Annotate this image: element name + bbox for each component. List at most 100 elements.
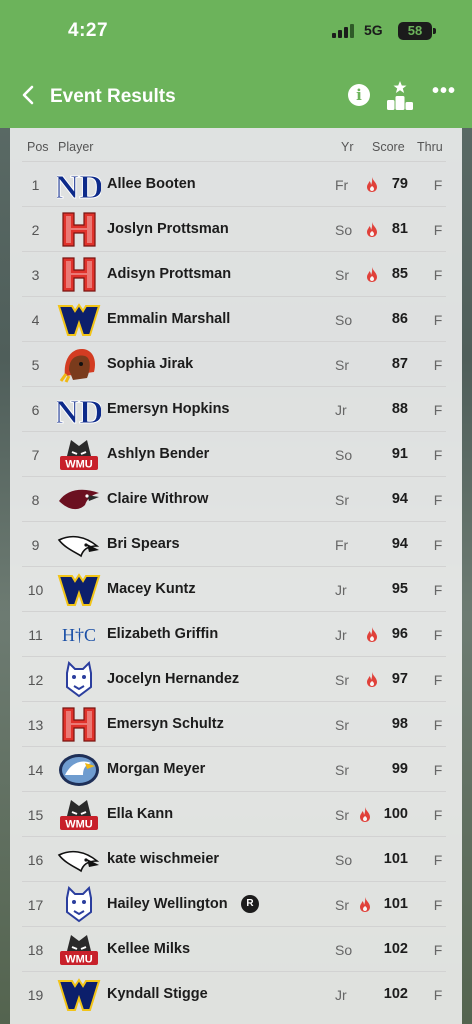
thru-status: F [433, 717, 443, 733]
player-name[interactable]: Ashlyn Bender [107, 446, 209, 462]
player-name[interactable]: Emersyn Schultz [107, 716, 224, 732]
hot-round-flame-icon [366, 267, 378, 282]
thru-status: F [433, 312, 443, 328]
result-row[interactable]: 19 Kyndall Stigge Jr 102 F [22, 971, 446, 1016]
player-year: Sr [335, 267, 349, 283]
player-score: 101 [383, 896, 408, 912]
col-thru[interactable]: Thru [417, 140, 443, 154]
svg-text:WMU: WMU [65, 819, 93, 831]
player-name[interactable]: Claire Withrow [107, 491, 208, 507]
player-score: 100 [383, 806, 408, 822]
result-row[interactable]: 9 Bri Spears Fr 94 F [22, 521, 446, 566]
player-name[interactable]: Allee Booten [107, 176, 196, 192]
more-options-icon[interactable]: ••• [432, 80, 456, 103]
position: 8 [31, 492, 40, 508]
result-row[interactable]: 14 Morgan Meyer Sr 99 F [22, 746, 446, 791]
player-year: Sr [335, 672, 349, 688]
player-year: Sr [335, 717, 349, 733]
hot-round-flame-icon [359, 807, 371, 822]
player-name[interactable]: Macey Kuntz [107, 581, 196, 597]
result-row[interactable]: 11 H†C Elizabeth Griffin Jr 96 F [22, 611, 446, 656]
player-year: Sr [335, 492, 349, 508]
position: 11 [28, 627, 43, 643]
player-score: 99 [391, 761, 408, 777]
col-pos[interactable]: Pos [27, 140, 49, 154]
col-score[interactable]: Score [372, 140, 405, 154]
player-year: Jr [335, 987, 347, 1003]
result-row[interactable]: 3 Adisyn Prottsman Sr 85 F [22, 251, 446, 296]
info-icon[interactable]: i [348, 84, 370, 106]
player-score: 102 [383, 941, 408, 957]
wildcat-logo-icon [57, 885, 101, 923]
player-name[interactable]: Bri Spears [107, 536, 180, 552]
podium-icon[interactable] [386, 80, 414, 110]
thru-status: F [433, 537, 443, 553]
wmu-logo-icon: WMU [57, 931, 101, 968]
hot-round-flame-icon [366, 177, 378, 192]
result-row[interactable]: 4 Emmalin Marshall So 86 F [22, 296, 446, 341]
position: 18 [27, 942, 44, 958]
player-name[interactable]: Morgan Meyer [107, 761, 205, 777]
result-row[interactable]: 10 Macey Kuntz Jr 95 F [22, 566, 446, 611]
col-yr[interactable]: Yr [341, 140, 354, 154]
result-row[interactable]: 15 WMU Ella Kann Sr 100 F [22, 791, 446, 836]
hot-round-flame-icon [366, 672, 378, 687]
player-name[interactable]: kate wischmeier [107, 851, 219, 867]
result-row[interactable]: 8 Claire Withrow Sr 94 F [22, 476, 446, 521]
player-score: 98 [391, 716, 408, 732]
position: 5 [31, 357, 40, 373]
player-name[interactable]: Jocelyn Hernandez [107, 671, 239, 687]
player-year: Jr [335, 402, 347, 418]
player-score: 101 [383, 851, 408, 867]
thru-status: F [433, 897, 443, 913]
player-year: So [335, 447, 353, 463]
svg-text:ND: ND [57, 169, 101, 203]
result-row[interactable]: 18 WMU Kellee Milks So 102 F [22, 926, 446, 971]
player-name[interactable]: Adisyn Prottsman [107, 266, 231, 282]
hawk-logo-icon [57, 526, 101, 563]
player-name[interactable]: Hailey Wellington [107, 896, 228, 912]
back-chevron-icon[interactable] [18, 84, 40, 106]
cellular-signal-icon [332, 24, 356, 38]
position: 12 [27, 672, 44, 688]
page-title: Event Results [50, 86, 176, 107]
wildcat-logo-icon [57, 660, 101, 698]
position: 3 [31, 267, 40, 283]
result-row[interactable]: 1 ND Allee Booten Fr 79 F [22, 161, 446, 207]
player-year: Sr [335, 357, 349, 373]
player-year: Sr [335, 897, 349, 913]
player-score: 85 [391, 266, 408, 282]
result-row[interactable]: 7 WMU Ashlyn Bender So 91 F [22, 431, 446, 476]
player-name[interactable]: Elizabeth Griffin [107, 626, 218, 642]
player-name[interactable]: Emmalin Marshall [107, 311, 230, 327]
result-row[interactable]: 12 Jocelyn Hernandez Sr 97 F [22, 656, 446, 701]
player-name[interactable]: Kyndall Stigge [107, 986, 208, 1002]
result-row[interactable]: 17 Hailey Wellington Sr 101 F R [22, 881, 446, 926]
result-row[interactable]: 5 Sophia Jirak Sr 87 F [22, 341, 446, 386]
thru-status: F [433, 267, 443, 283]
player-score: 95 [391, 581, 408, 597]
results-list: 1 ND Allee Booten Fr 79 F 2 Joslyn Prott… [22, 161, 446, 1016]
position: 15 [27, 807, 44, 823]
nav-bar: Event Results i ••• [0, 70, 472, 122]
svg-text:H†C: H†C [62, 625, 96, 645]
result-row[interactable]: 13 Emersyn Schultz Sr 98 F [22, 701, 446, 746]
player-name[interactable]: Emersyn Hopkins [107, 401, 230, 417]
col-player[interactable]: Player [58, 140, 93, 154]
result-row[interactable]: 2 Joslyn Prottsman So 81 F [22, 206, 446, 251]
player-name[interactable]: Joslyn Prottsman [107, 221, 229, 237]
player-name[interactable]: Ella Kann [107, 806, 173, 822]
player-name[interactable]: Sophia Jirak [107, 356, 193, 372]
player-score: 97 [391, 671, 408, 687]
raven-logo-icon [57, 481, 101, 518]
position: 13 [27, 717, 44, 733]
hot-round-flame-icon [366, 222, 378, 237]
player-year: So [335, 852, 353, 868]
network-type: 5G [364, 22, 383, 38]
result-row[interactable]: 16 kate wischmeier So 101 F [22, 836, 446, 881]
player-score: 102 [383, 986, 408, 1002]
player-name[interactable]: Kellee Milks [107, 941, 190, 957]
position: 10 [27, 582, 44, 598]
result-row[interactable]: 6 ND Emersyn Hopkins Jr 88 F [22, 386, 446, 432]
h-logo-icon [57, 256, 101, 293]
